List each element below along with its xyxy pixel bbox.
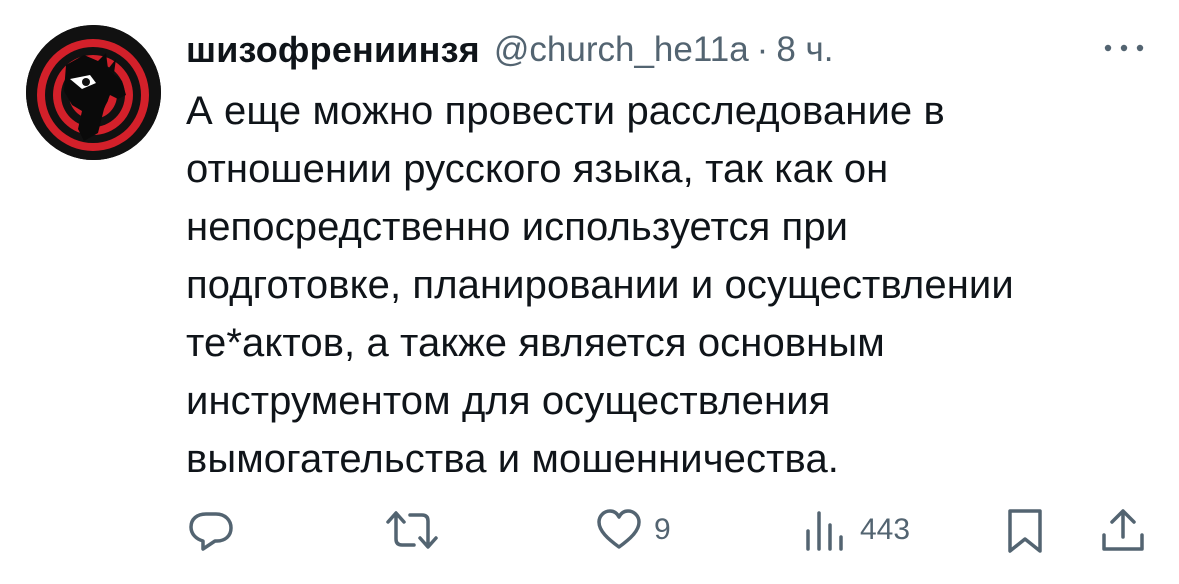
- tweet: шизофрениинзя @church_he11a · 8 ч. А еще…: [0, 0, 1179, 584]
- like-button[interactable]: 9: [594, 498, 671, 562]
- bookmark-button[interactable]: [1000, 498, 1050, 562]
- retweet-button[interactable]: [382, 498, 442, 562]
- views-icon: [806, 511, 843, 551]
- avatar[interactable]: [26, 25, 161, 160]
- views-button[interactable]: 443: [800, 498, 910, 562]
- action-bar: 9 443: [0, 498, 1179, 562]
- share-button[interactable]: [1098, 498, 1148, 562]
- retweet-icon: [386, 511, 438, 549]
- tweet-header: шизофрениинзя @church_he11a · 8 ч.: [186, 20, 833, 80]
- share-icon: [1102, 509, 1144, 551]
- user-handle[interactable]: @church_he11a: [494, 30, 749, 70]
- avatar-image: [26, 25, 161, 160]
- separator-dot: ·: [756, 30, 769, 69]
- timestamp[interactable]: 8 ч.: [776, 30, 833, 70]
- tweet-text: А еще можно провести расследование в отн…: [186, 89, 1014, 481]
- display-name[interactable]: шизофрениинзя: [186, 29, 480, 71]
- reply-button[interactable]: [186, 498, 236, 562]
- views-count: 443: [860, 513, 911, 546]
- more-icon: [1104, 44, 1144, 52]
- bookmark-icon: [1008, 509, 1042, 553]
- heart-icon: [597, 509, 641, 549]
- like-count: 9: [654, 513, 671, 546]
- more-options-button[interactable]: [1094, 30, 1154, 70]
- reply-icon: [189, 512, 233, 551]
